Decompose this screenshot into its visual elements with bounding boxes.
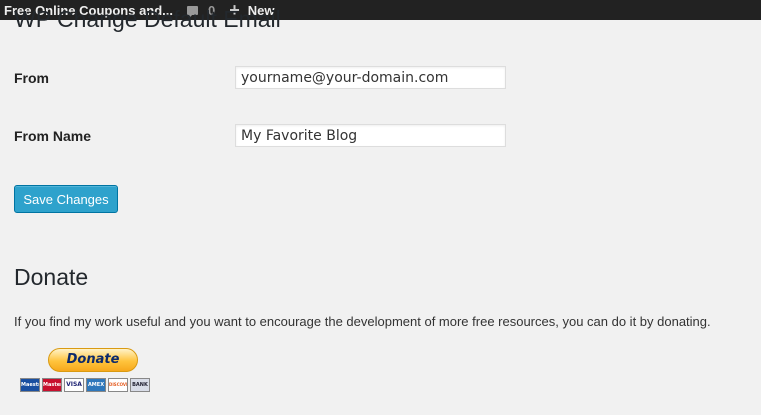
donate-heading: Donate [14, 264, 89, 290]
visa-card-icon: VISA [64, 378, 84, 392]
from-email-input[interactable] [235, 66, 506, 89]
donate-description: If you find my work useful and you want … [14, 314, 711, 329]
amex-card-icon: AMEX [86, 378, 106, 392]
page-title: WP Change Default Email [14, 6, 281, 32]
paypal-donate-button[interactable]: Donate [48, 348, 138, 372]
from-name-input[interactable] [235, 124, 506, 147]
payment-cards: Maestro MasterCard VISA AMEX DISCOVER BA… [20, 378, 150, 392]
maestro-card-icon: Maestro [20, 378, 40, 392]
bank-card-icon: BANK [130, 378, 150, 392]
mastercard-icon: MasterCard [42, 378, 62, 392]
discover-card-icon: DISCOVER [108, 378, 128, 392]
from-label: From [14, 70, 49, 86]
from-name-label: From Name [14, 128, 92, 144]
save-changes-button[interactable]: Save Changes [14, 185, 118, 213]
